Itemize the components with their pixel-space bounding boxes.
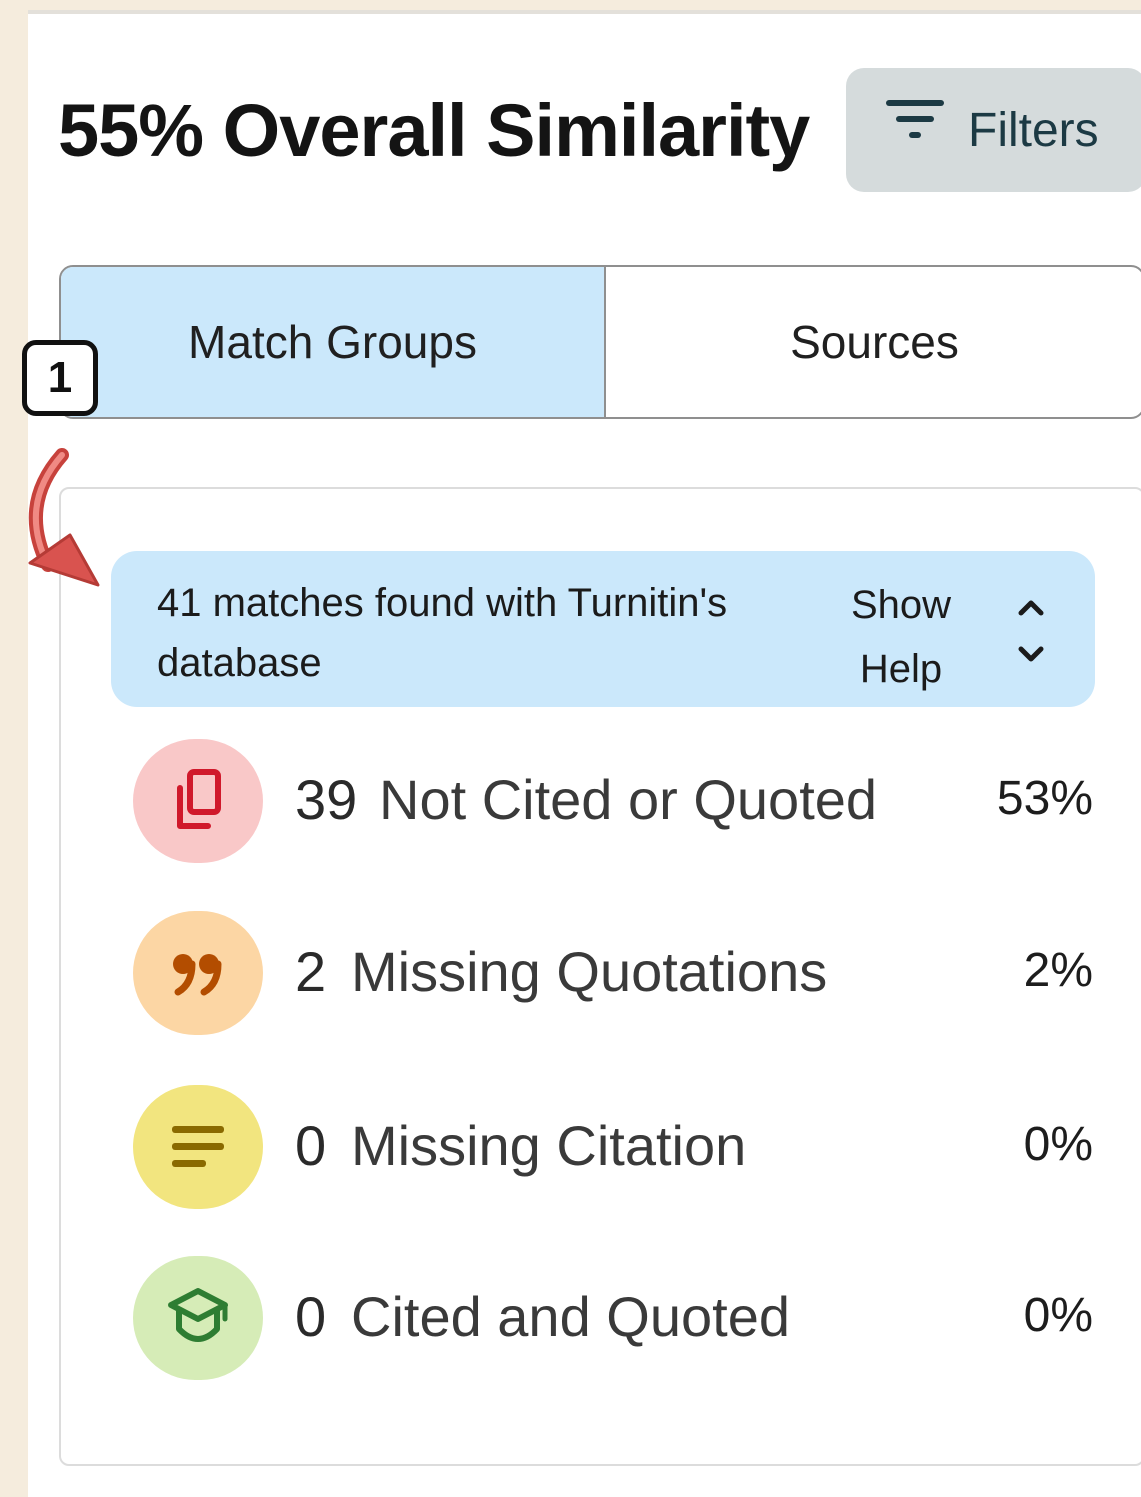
row-icon-circle (133, 1256, 263, 1380)
matches-banner: 41 matches found with Turnitin's databas… (111, 551, 1095, 707)
quote-marks-icon (173, 954, 222, 996)
row-icon-circle (133, 911, 263, 1035)
match-group-row-not-cited[interactable]: 39 Not Cited or Quoted 53% (133, 739, 1093, 867)
page-title: 55% Overall Similarity (58, 89, 810, 172)
match-groups-card: 41 matches found with Turnitin's databas… (59, 487, 1141, 1466)
match-group-label: Not Cited or Quoted (379, 768, 878, 831)
match-group-label: Cited and Quoted (351, 1285, 790, 1348)
show-help-label-line2: Help (859, 647, 943, 691)
match-count: 2 (295, 940, 327, 1003)
show-help-label-line1: Show (850, 583, 952, 627)
step-number-badge: 1 (22, 340, 98, 416)
graduation-cap-icon (168, 1288, 228, 1342)
row-icon-circle (133, 1085, 263, 1209)
match-percent: 2% (1023, 944, 1093, 997)
matches-summary-text: 41 matches found with Turnitin's databas… (157, 581, 728, 685)
match-group-row-missing-citation[interactable]: 0 Missing Citation 0% (133, 1085, 1093, 1213)
similarity-panel: 55% Overall Similarity Filters Match Gro… (28, 10, 1141, 1497)
chevron-up-down-icon[interactable] (1011, 591, 1051, 671)
match-group-row-cited-and-quoted[interactable]: 0 Cited and Quoted 0% (133, 1256, 1093, 1384)
match-percent: 0% (1023, 1118, 1093, 1171)
match-percent: 53% (996, 772, 1093, 825)
filter-lines-icon (886, 100, 944, 138)
show-help-button[interactable]: Show Help (841, 573, 961, 701)
match-count: 0 (295, 1114, 327, 1177)
row-icon-circle (133, 739, 263, 863)
tab-match-groups[interactable]: Match Groups (61, 267, 606, 417)
match-group-row-missing-quotations[interactable]: 2 Missing Quotations 2% (133, 911, 1093, 1039)
tab-sources[interactable]: Sources (606, 267, 1141, 417)
panel-top-border (28, 10, 1141, 14)
annotation-arrow-icon (28, 448, 100, 587)
match-count: 39 (295, 768, 358, 831)
match-group-label: Missing Citation (351, 1114, 747, 1177)
match-group-label: Missing Quotations (351, 940, 828, 1003)
text-lines-icon (172, 1126, 224, 1167)
filters-button[interactable]: Filters (846, 68, 1141, 192)
match-percent: 0% (1023, 1289, 1093, 1342)
copy-pages-icon (177, 769, 221, 829)
filters-label: Filters (968, 104, 1099, 157)
match-count: 0 (295, 1285, 327, 1348)
view-tabs: Match Groups Sources (59, 265, 1141, 419)
